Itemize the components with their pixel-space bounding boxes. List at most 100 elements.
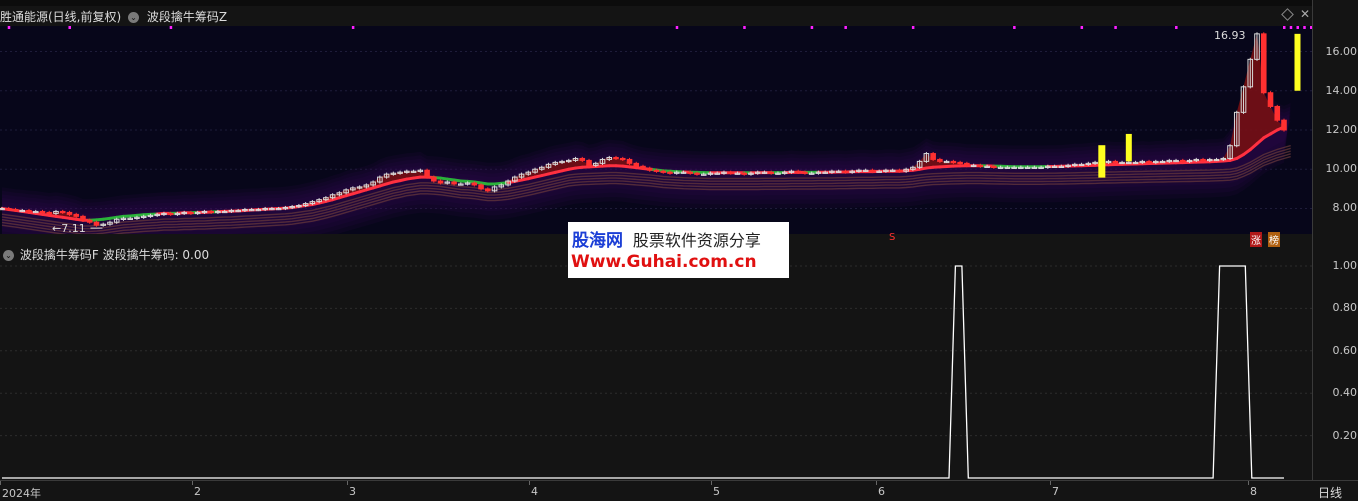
main-price-chart[interactable] [0, 26, 1312, 234]
candle-body [472, 183, 477, 185]
sub-tick-label: 0.20 [1333, 429, 1358, 442]
main-indicator-name[interactable]: 波段擒牛筹码Z [147, 10, 227, 24]
candle-body [67, 212, 72, 214]
watermark-tagline: 股票软件资源分享 [633, 231, 761, 250]
signal-dot [170, 26, 173, 29]
candle-body [432, 177, 437, 181]
candle-body [938, 159, 943, 161]
candle-body [769, 172, 774, 173]
candle-body [897, 170, 902, 171]
sub-indicator-value: 波段擒牛筹码: 0.00 [103, 248, 210, 262]
candle-body [580, 158, 585, 160]
candle-body [641, 166, 646, 168]
candle-body [1201, 159, 1206, 160]
signal-dot [1175, 26, 1178, 29]
date-tick-label: 2 [194, 485, 201, 498]
sub-tick-label: 1.00 [1333, 259, 1358, 272]
candle-body [81, 216, 86, 220]
price-tick-label: 10.00 [1326, 162, 1358, 175]
candle-body [803, 172, 808, 173]
candle-body [13, 209, 18, 210]
date-axis: 2024年2345678 日线 [0, 480, 1358, 499]
date-tick-mark [876, 481, 877, 485]
candle-body [931, 154, 936, 160]
candle-body [452, 182, 457, 184]
candle-body [634, 163, 639, 166]
candle-body [27, 210, 32, 211]
date-tick-label: 5 [713, 485, 720, 498]
candle-body [965, 163, 970, 165]
close-icon[interactable]: ✕ [1300, 7, 1310, 21]
price-tick-label: 16.00 [1326, 45, 1358, 58]
signal-dot [1290, 26, 1293, 29]
date-tick-mark [192, 481, 193, 485]
date-tick-mark [0, 481, 1, 485]
candle-body [74, 214, 79, 216]
signal-dot [676, 26, 679, 29]
candle-body [587, 160, 592, 165]
candle-body [870, 170, 875, 171]
sub-indicator-chart[interactable] [0, 262, 1312, 480]
watermark-site: 股海网 [572, 231, 623, 251]
candle-body [688, 172, 693, 173]
stock-title[interactable]: 胜通能源(日线,前复权) [0, 10, 121, 24]
candle-body [425, 170, 430, 177]
watermark: 股海网 股票软件资源分享 Www.Guhai.com.cn [568, 222, 789, 278]
date-tick-label: 6 [878, 485, 885, 498]
candle-body [951, 161, 956, 162]
candle-body [992, 166, 997, 167]
candle-body [1268, 93, 1273, 107]
sub-tick-label: 0.40 [1333, 386, 1358, 399]
date-tick-mark [711, 481, 712, 485]
period-selector[interactable]: 日线 [1318, 484, 1342, 501]
date-tick-label: 4 [531, 485, 538, 498]
candle-body [1275, 106, 1280, 120]
main-chart-title: 胜通能源(日线,前复权) ⌄ 波段擒牛筹码Z [0, 8, 227, 25]
candle-body [661, 171, 666, 172]
candle-body [978, 165, 983, 166]
date-tick-mark [347, 481, 348, 485]
candle-body [796, 171, 801, 172]
candle-body [479, 185, 484, 189]
chevron-down-icon[interactable]: ⌄ [128, 12, 139, 23]
sub-indicator-name[interactable]: 波段擒牛筹码F [20, 248, 99, 262]
signal-dot [352, 26, 355, 29]
watermark-url: Www.Guhai.com.cn [571, 252, 757, 272]
signal-dot [8, 26, 10, 29]
date-tick-label: 7 [1052, 485, 1059, 498]
candle-body [87, 220, 92, 222]
candle-body [654, 170, 659, 171]
date-tick-mark [1050, 481, 1051, 485]
candle-body [1261, 34, 1266, 93]
signal-dot [811, 26, 814, 29]
price-axis[interactable]: 16.0014.0012.0010.008.00 1.000.800.600.4… [1312, 0, 1358, 480]
sub-chart-title: ⌄ 波段擒牛筹码F 波段擒牛筹码: 0.00 [0, 246, 209, 263]
zhang-badge[interactable]: 涨 [1250, 232, 1262, 247]
s-marker: S [888, 232, 896, 243]
signal-dot [844, 26, 847, 29]
candle-body [6, 208, 11, 209]
candle-body [438, 181, 443, 183]
max-price-label: 16.93 [1214, 29, 1246, 42]
candle-body [209, 211, 214, 212]
bang-badge[interactable]: 榜 [1268, 232, 1280, 247]
candle-body [647, 168, 652, 170]
signal-dot [1114, 26, 1117, 29]
candle-body [958, 162, 963, 163]
price-tick-label: 8.00 [1333, 201, 1358, 214]
sub-tick-label: 0.80 [1333, 301, 1358, 314]
chevron-down-icon[interactable]: ⌄ [3, 250, 14, 261]
date-tick-mark [529, 481, 530, 485]
candle-body [1282, 120, 1287, 130]
min-price-label: ←7.11 [52, 222, 86, 235]
candle-body [486, 189, 491, 191]
signal-bar [1099, 146, 1105, 177]
candle-body [627, 159, 632, 163]
candle-body [695, 173, 700, 174]
sub-indicator-line [2, 266, 1284, 478]
signal-dot [743, 26, 746, 29]
candle-body [728, 172, 733, 173]
signal-dot [912, 26, 915, 29]
sub-tick-label: 0.60 [1333, 344, 1358, 357]
candle-body [168, 213, 173, 214]
